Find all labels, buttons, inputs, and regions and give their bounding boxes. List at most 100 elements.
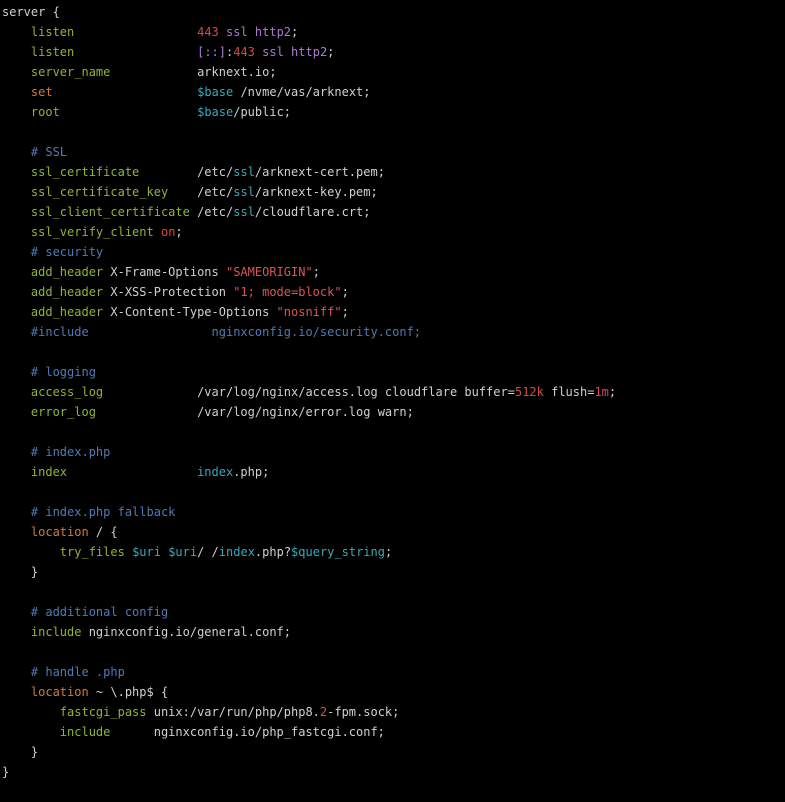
code-token: /var/log/nginx/error.log warn; [95,405,414,419]
code-line[interactable]: # security [2,242,785,262]
code-token: } [2,745,39,759]
code-line[interactable]: add_header X-Content-Type-Options "nosni… [2,302,785,322]
code-token: listen [30,45,75,59]
code-line[interactable] [2,422,785,442]
code-line[interactable]: } [2,562,785,582]
code-token: ; [312,265,320,279]
code-token: ; [327,45,335,59]
code-token: # index.php [30,445,111,459]
code-line[interactable]: server_name arknext.io; [2,62,785,82]
code-line[interactable]: # index.php [2,442,785,462]
code-line[interactable] [2,122,785,142]
code-token: $base [197,105,234,119]
code-token: index [218,545,255,559]
code-line[interactable]: listen [::]:443 ssl http2; [2,42,785,62]
code-line[interactable]: # handle .php [2,662,785,682]
code-line[interactable] [2,342,785,362]
code-line[interactable]: ssl_verify_client on; [2,222,785,242]
code-token: "1; mode=block" [233,285,342,299]
code-token: access_log [30,385,104,399]
code-token: ssl [233,165,255,179]
code-token: # logging [30,365,96,379]
code-line[interactable]: root $base/public; [2,102,785,122]
code-line[interactable]: include nginxconfig.io/php_fastcgi.conf; [2,722,785,742]
code-line[interactable]: # SSL [2,142,785,162]
code-token: .php? [254,545,292,559]
code-token: 443 [233,45,255,59]
code-line[interactable]: # additional config [2,602,785,622]
code-line[interactable]: location / { [2,522,785,542]
code-editor[interactable]: server { listen 443 ssl http2; listen [:… [0,0,785,802]
code-line[interactable]: error_log /var/log/nginx/error.log warn; [2,402,785,422]
code-token: /etc/ [168,185,234,199]
code-line[interactable]: include nginxconfig.io/general.conf; [2,622,785,642]
code-line[interactable]: listen 443 ssl http2; [2,22,785,42]
code-token: /var/log/nginx/access.log cloudflare buf… [103,385,515,399]
code-token: $base [197,85,234,99]
code-token: X-Frame-Options [103,265,226,279]
code-line[interactable]: server { [2,2,785,22]
code-token: location [30,685,89,699]
code-line[interactable]: set $base /nvme/vas/arknext; [2,82,785,102]
code-token: $query_string [291,545,385,559]
code-line[interactable] [2,482,785,502]
code-line[interactable]: fastcgi_pass unix:/var/run/php/php8.2-fp… [2,702,785,722]
code-line[interactable]: add_header X-Frame-Options "SAMEORIGIN"; [2,262,785,282]
code-token: ~ \.php$ { [88,685,169,699]
code-line[interactable]: access_log /var/log/nginx/access.log clo… [2,382,785,402]
code-line[interactable] [2,642,785,662]
code-line[interactable]: location ~ \.php$ { [2,682,785,702]
code-token: add_header [30,285,104,299]
code-token: /nvme/vas/arknext; [233,85,371,99]
code-token: 512k [514,385,544,399]
code-token: on [160,225,176,239]
code-token: "SAMEORIGIN" [225,265,313,279]
code-line[interactable]: } [2,762,785,782]
code-line[interactable] [2,582,785,602]
code-line[interactable]: ssl_client_certificate /etc/ssl/cloudfla… [2,202,785,222]
code-token: # handle .php [30,665,125,679]
code-token: ; [341,285,349,299]
code-line[interactable]: ssl_certificate /etc/ssl/arknext-cert.pe… [2,162,785,182]
code-line[interactable]: # logging [2,362,785,382]
code-line[interactable]: #include nginxconfig.io/security.conf; [2,322,785,342]
code-token: ssl http2 [218,25,292,39]
code-token: add_header [30,265,104,279]
code-line[interactable]: try_files $uri $uri/ /index.php?$query_s… [2,542,785,562]
code-token: / { [88,525,118,539]
code-token: arknext.io; [110,65,277,79]
code-token: # additional config [30,605,169,619]
code-token: $uri [168,545,198,559]
code-line[interactable]: add_header X-XSS-Protection "1; mode=blo… [2,282,785,302]
code-token: # SSL [30,145,68,159]
code-token: ; [341,305,349,319]
code-token: server { [2,5,60,19]
code-line[interactable]: index index.php; [2,462,785,482]
code-token: index [197,465,234,479]
code-line[interactable]: # index.php fallback [2,502,785,522]
code-line[interactable]: ssl_certificate_key /etc/ssl/arknext-key… [2,182,785,202]
code-line[interactable]: } [2,742,785,762]
code-token: ssl_client_certificate [30,205,190,219]
code-token: X-XSS-Protection [103,285,234,299]
code-token: /cloudflare.crt; [254,205,371,219]
code-token: /arknext-key.pem; [254,185,378,199]
code-token: -fpm.sock; [327,705,400,719]
code-token: error_log [30,405,96,419]
